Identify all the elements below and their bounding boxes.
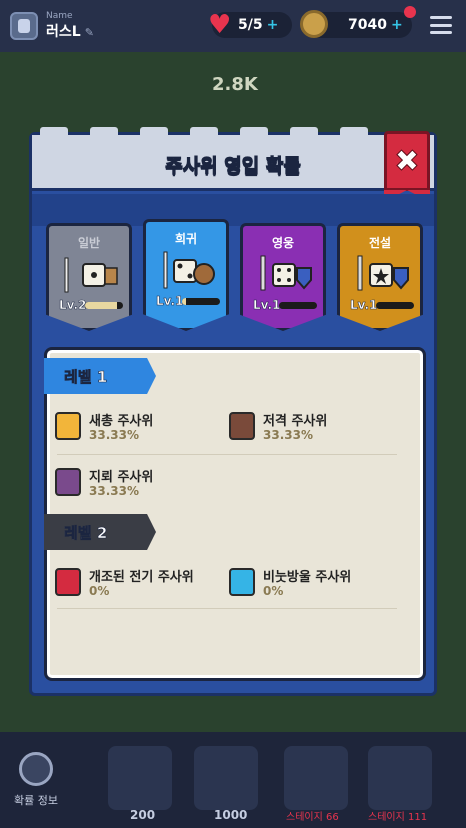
divider [57, 608, 397, 609]
rarity-tabs: 일반 Lv.2 희귀 Lv.1 영웅 Lv.1 전설 Lv.1 [46, 219, 423, 331]
tab-band [32, 194, 434, 226]
fork-dice-icon [64, 257, 118, 293]
dice-name: 비눗방울 주사위 [263, 570, 352, 585]
dice-slot-locked-1[interactable] [284, 746, 348, 810]
tab-heroic[interactable]: 영웅 Lv.1 [240, 223, 326, 331]
dice-name: 새총 주사위 [89, 414, 154, 429]
sword-dice-icon [260, 255, 312, 291]
slingshot-icon [55, 412, 81, 440]
hearts-value: 5/5 [238, 17, 263, 33]
dice-item-mine: 지뢰 주사위 33.33% [55, 462, 215, 502]
top-bar: Name 러스L ✎ ♥ 5/5 + 7040 + [0, 0, 466, 52]
dice-probability: 33.33% [263, 428, 313, 442]
dice-probability: 0% [89, 584, 110, 598]
add-hearts-button[interactable]: + [267, 17, 279, 33]
tab-level-legend: Lv.1 [350, 298, 378, 313]
add-coins-button[interactable]: + [391, 17, 403, 33]
level-1-banner: 레벨 1 [44, 358, 156, 394]
tab-label-rare: 희귀 [174, 232, 198, 246]
probability-info-label: 확률 정보 [14, 794, 58, 807]
tab-label-heroic: 영웅 [271, 236, 295, 250]
tab-label-legend: 전설 [368, 236, 392, 250]
stage-lock-2: 스테이지 111 [368, 812, 428, 823]
dice-probability: 33.33% [89, 484, 139, 498]
close-button[interactable]: ✖ [384, 131, 430, 202]
divider [57, 454, 397, 455]
probability-info-button[interactable]: 확률 정보 [8, 752, 64, 824]
close-icon: ✖ [394, 143, 420, 179]
tab-progress-heroic [279, 302, 317, 309]
tab-legend[interactable]: 전설 Lv.1 [337, 223, 423, 331]
crown-dice-icon [357, 255, 409, 291]
notification-dot [404, 6, 416, 18]
dice-name: 지뢰 주사위 [89, 470, 154, 485]
tab-progress-normal [85, 302, 123, 309]
mine-icon [55, 468, 81, 496]
tab-level-rare: Lv.1 [156, 294, 184, 309]
coins-value: 7040 [348, 17, 387, 33]
name-label: Name [46, 11, 73, 21]
dice-slot-rare[interactable] [194, 746, 258, 810]
tab-level-normal: Lv.2 [59, 298, 87, 313]
dice-slot-normal[interactable] [108, 746, 172, 810]
slot-price-2: 1000 [214, 808, 248, 822]
spear-dice-icon [163, 251, 215, 289]
bubble-icon [229, 568, 255, 596]
dice-item-sniper: 저격 주사위 33.33% [229, 406, 389, 446]
background-score: 2.8K [212, 74, 258, 95]
tab-progress-rare [182, 298, 220, 305]
menu-icon[interactable] [430, 16, 452, 34]
heart-icon: ♥ [208, 10, 232, 40]
dice-probability: 0% [263, 584, 284, 598]
magnifier-icon [19, 752, 53, 786]
level-2-banner: 레벨 2 [44, 514, 156, 550]
dice-probability-modal: 주사위 영입 확률 ✖ 일반 Lv.2 희귀 Lv.1 영웅 Lv.1 전설 L… [29, 127, 437, 696]
tab-level-heroic: Lv.1 [253, 298, 281, 313]
tab-label-normal: 일반 [77, 236, 101, 250]
player-name-box[interactable]: Name 러스L ✎ [46, 11, 94, 41]
dice-probability: 33.33% [89, 428, 139, 442]
coins-counter: 7040 + [300, 6, 416, 38]
electric-icon [55, 568, 81, 596]
hearts-counter: ♥ 5/5 + [208, 10, 292, 40]
dice-name: 저격 주사위 [263, 414, 328, 429]
sniper-icon [229, 412, 255, 440]
profile-avatar[interactable] [10, 12, 38, 40]
probability-panel: 레벨 1 새총 주사위 33.33% 저격 주사위 33.33% 지뢰 주사위 … [44, 347, 426, 681]
dice-item-electric: 개조된 전기 주사위 0% [55, 562, 215, 602]
dice-item-bubble: 비눗방울 주사위 0% [229, 562, 389, 602]
tab-normal[interactable]: 일반 Lv.2 [46, 223, 132, 331]
avatar-icon [18, 19, 30, 33]
tab-rare[interactable]: 희귀 Lv.1 [143, 219, 229, 331]
edit-pencil-icon[interactable]: ✎ [85, 26, 94, 39]
slot-price-1: 200 [130, 808, 156, 822]
modal-header: 주사위 영입 확률 [32, 127, 434, 191]
dice-slot-locked-2[interactable] [368, 746, 432, 810]
player-name: 러스L [46, 24, 81, 40]
modal-title: 주사위 영입 확률 [165, 155, 302, 178]
dice-item-slingshot: 새총 주사위 33.33% [55, 406, 215, 446]
stage-lock-1: 스테이지 66 [286, 812, 339, 823]
dice-name: 개조된 전기 주사위 [89, 570, 194, 585]
tab-progress-legend [376, 302, 414, 309]
coin-icon [300, 10, 328, 38]
